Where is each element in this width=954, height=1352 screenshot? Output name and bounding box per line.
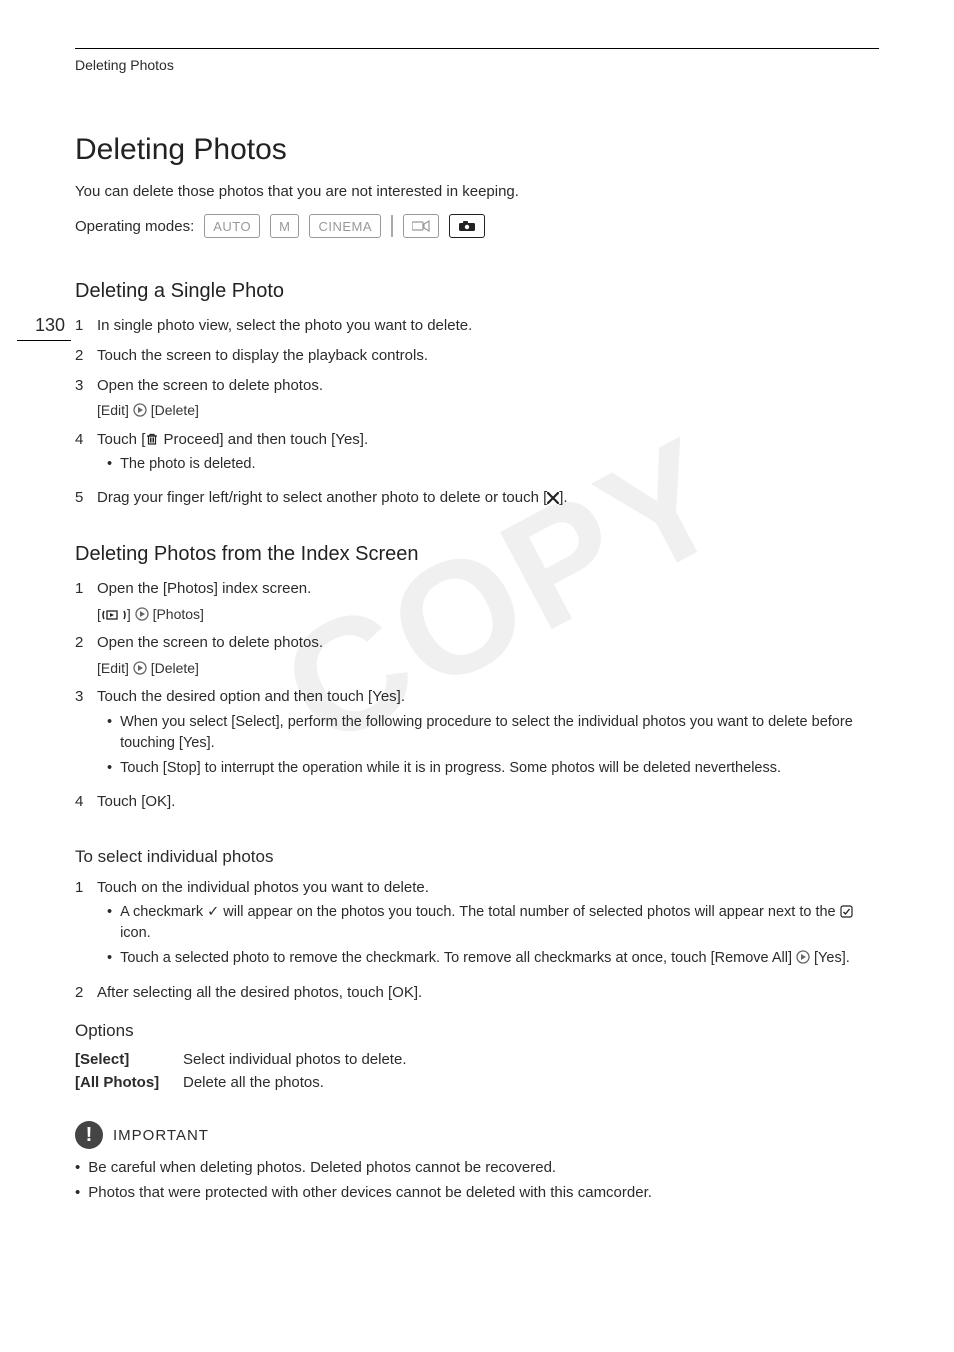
video-camera-icon: [412, 220, 430, 232]
note-2: Photos that were protected with other de…: [88, 1182, 652, 1205]
step-a5b: ].: [559, 489, 567, 506]
checkbox-icon: [840, 905, 853, 918]
steps-select: 1 Touch on the individual photos you wan…: [75, 877, 879, 1004]
playback-toggle-icon: [101, 609, 127, 621]
delete-label: [Delete]: [151, 660, 199, 676]
step-c1-b1a: A checkmark ✓ will appear on the photos …: [120, 904, 840, 920]
step-c1-b1b: icon.: [120, 925, 151, 941]
step-c1-b2b: [Yes].: [810, 950, 850, 966]
arrow-icon: [135, 606, 149, 620]
camera-icon: [458, 220, 476, 232]
arrow-icon: [133, 402, 147, 416]
photos-label: [Photos]: [153, 606, 204, 622]
important-notes: Be careful when deleting photos. Deleted…: [75, 1157, 879, 1204]
important-label: IMPORTANT: [113, 1127, 209, 1144]
page-content: Deleting Photos 130 Deleting Photos You …: [75, 48, 879, 1206]
page-number: 130: [17, 311, 71, 341]
section-single-title: Deleting a Single Photo: [75, 280, 879, 303]
step-c2: After selecting all the desired photos, …: [97, 982, 879, 1004]
step-c1-b2a: Touch a selected photo to remove the che…: [120, 950, 796, 966]
mode-photo-icon: [449, 214, 485, 238]
option-select-desc: Select individual photos to delete.: [183, 1051, 406, 1068]
note-1: Be careful when deleting photos. Deleted…: [88, 1157, 556, 1180]
mode-auto: AUTO: [204, 214, 260, 238]
intro-text: You can delete those photos that you are…: [75, 183, 879, 200]
page-header: Deleting Photos: [75, 57, 879, 73]
edit-label: [Edit]: [97, 660, 129, 676]
mode-video-icon: [403, 214, 439, 238]
important-icon: !: [75, 1121, 103, 1149]
mode-m: M: [270, 214, 299, 238]
option-all-label: [All Photos]: [75, 1074, 165, 1091]
step-b2: Open the screen to delete photos.: [97, 634, 323, 651]
mode-separator: [391, 215, 393, 237]
arrow-icon: [133, 660, 147, 674]
step-a3: Open the screen to delete photos.: [97, 377, 323, 394]
steps-index: 1 Open the [Photos] index screen. [] [Ph…: [75, 578, 879, 813]
step-a5a: Drag your finger left/right to select an…: [97, 489, 547, 506]
important-header: ! IMPORTANT: [75, 1121, 879, 1149]
step-a4b: Proceed] and then touch [Yes].: [159, 431, 368, 448]
mode-cinema: CINEMA: [309, 214, 381, 238]
header-rule: [75, 48, 879, 49]
trash-icon: [145, 432, 159, 446]
options-title: Options: [75, 1021, 879, 1041]
section-index-title: Deleting Photos from the Index Screen: [75, 543, 879, 566]
step-a4-bullet: The photo is deleted.: [120, 454, 255, 475]
operating-modes-row: Operating modes: AUTO M CINEMA: [75, 214, 879, 238]
step-b3-bullet2: Touch [Stop] to interrupt the operation …: [120, 758, 781, 779]
step-b1: Open the [Photos] index screen.: [97, 580, 311, 597]
step-b1-sub: [] [Photos]: [97, 604, 879, 624]
step-a2: Touch the screen to display the playback…: [97, 345, 879, 367]
step-b2-sub: [Edit] [Delete]: [97, 658, 879, 678]
delete-label: [Delete]: [151, 402, 199, 418]
step-b3-bullet1: When you select [Select], perform the fo…: [120, 712, 879, 754]
step-a4a: Touch [: [97, 431, 145, 448]
operating-modes-label: Operating modes:: [75, 218, 194, 235]
arrow-icon: [796, 950, 810, 964]
step-b3: Touch the desired option and then touch …: [97, 688, 405, 705]
index-toggle-label: []: [97, 606, 131, 622]
step-a3-sub: [Edit] [Delete]: [97, 400, 879, 420]
steps-single: 1In single photo view, select the photo …: [75, 315, 879, 509]
step-b4: Touch [OK].: [97, 791, 879, 813]
page-title: Deleting Photos: [75, 133, 879, 167]
option-all-desc: Delete all the photos.: [183, 1074, 324, 1091]
edit-label: [Edit]: [97, 402, 129, 418]
section-select-title: To select individual photos: [75, 847, 879, 867]
step-c1: Touch on the individual photos you want …: [97, 879, 429, 896]
options-list: [Select] Select individual photos to del…: [75, 1051, 879, 1091]
close-x-icon: [547, 492, 559, 504]
option-select-label: [Select]: [75, 1051, 165, 1068]
step-a1: In single photo view, select the photo y…: [97, 315, 879, 337]
